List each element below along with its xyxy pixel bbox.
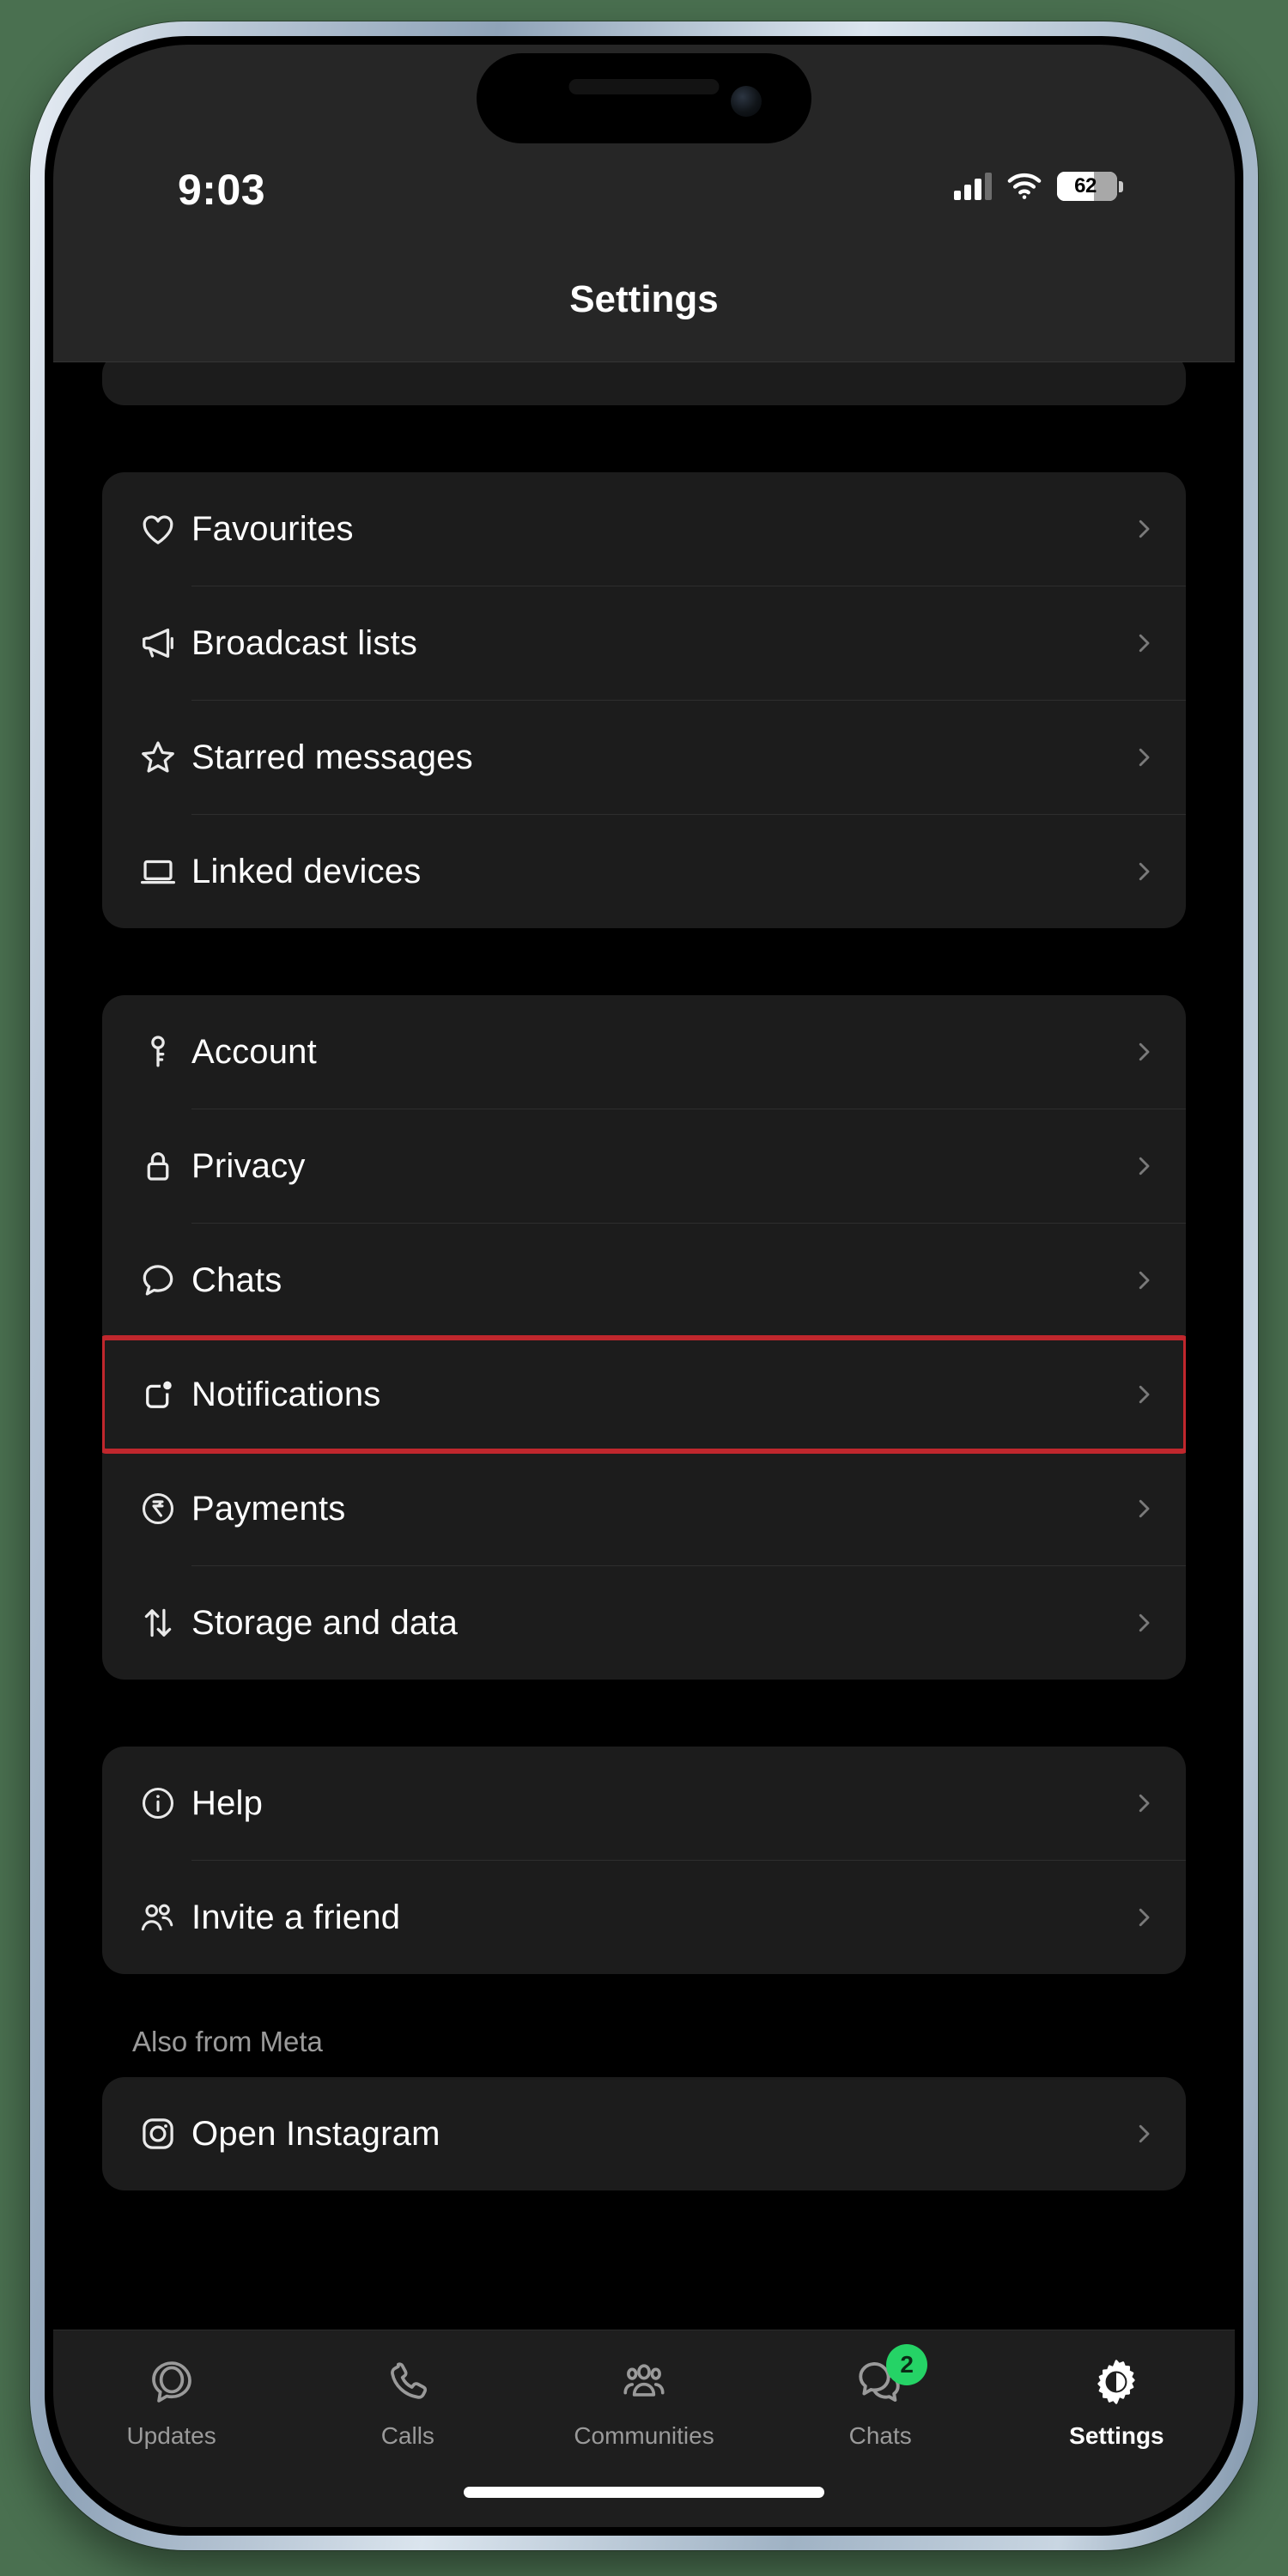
list-item-label: Payments xyxy=(191,1489,346,1528)
instagram-icon xyxy=(125,2114,191,2154)
status-indicators: 62 xyxy=(954,172,1123,201)
list-item-label: Open Instagram xyxy=(191,2114,440,2153)
list-item-label: Invite a friend xyxy=(191,1898,401,1936)
list-item-favourites[interactable]: Favourites xyxy=(102,472,1186,586)
chevron-right-icon xyxy=(1131,1267,1157,1293)
status-time: 9:03 xyxy=(178,166,266,214)
chevron-right-icon xyxy=(1131,1039,1157,1065)
list-item-starred-messages[interactable]: Starred messages xyxy=(102,701,1186,814)
chevron-right-icon xyxy=(1131,1610,1157,1636)
tab-label: Chats xyxy=(848,2422,912,2449)
tab-label: Updates xyxy=(126,2422,216,2449)
support-group-card: Help Invite a friend xyxy=(102,1747,1186,1974)
battery-icon: 62 xyxy=(1057,172,1117,201)
tab-communities[interactable]: Communities xyxy=(526,2349,762,2450)
list-item-label: Account xyxy=(191,1032,317,1071)
list-item-label: Broadcast lists xyxy=(191,623,418,662)
meta-group-card: Open Instagram xyxy=(102,2077,1186,2190)
list-item-storage-and-data[interactable]: Storage and data xyxy=(102,1566,1186,1680)
arrows-up-down-icon xyxy=(125,1603,191,1643)
list-item-invite-a-friend[interactable]: Invite a friend xyxy=(102,1861,1186,1974)
chevron-right-icon xyxy=(1131,630,1157,656)
chevron-right-icon xyxy=(1131,516,1157,542)
preferences-group-card: Account Privacy Chats Notifications Paym… xyxy=(102,995,1186,1680)
tools-group-card: Favourites Broadcast lists Starred messa… xyxy=(102,472,1186,928)
communities-icon xyxy=(619,2349,669,2415)
battery-level-label: 62 xyxy=(1074,174,1097,197)
tab-updates[interactable]: Updates xyxy=(53,2349,289,2450)
list-item-privacy[interactable]: Privacy xyxy=(102,1109,1186,1223)
chevron-right-icon xyxy=(1131,2121,1157,2147)
battery-tip xyxy=(1119,180,1123,192)
list-item-notifications[interactable]: Notifications xyxy=(102,1335,1186,1454)
chevron-right-icon xyxy=(1131,1496,1157,1522)
list-item-label: Favourites xyxy=(191,509,354,548)
list-item-payments[interactable]: Payments xyxy=(102,1452,1186,1565)
list-item-help[interactable]: Help xyxy=(102,1747,1186,1860)
tab-label: Settings xyxy=(1069,2422,1164,2449)
list-item-chats[interactable]: Chats xyxy=(102,1224,1186,1337)
settings-scroll-container[interactable]: Avatar Favourites xyxy=(53,45,1235,2527)
heart-icon xyxy=(125,509,191,549)
tab-settings[interactable]: Settings xyxy=(999,2349,1235,2450)
chevron-right-icon xyxy=(1131,1153,1157,1179)
notch xyxy=(477,53,811,143)
list-item-label: Help xyxy=(191,1783,264,1822)
tab-label: Communities xyxy=(574,2422,714,2449)
status-bar: 9:03 62 xyxy=(53,45,1235,242)
section-header-also-from-meta: Also from Meta xyxy=(132,2026,323,2057)
list-item-open-instagram[interactable]: Open Instagram xyxy=(102,2077,1186,2190)
key-icon xyxy=(125,1032,191,1072)
lock-icon xyxy=(125,1146,191,1186)
updates-icon xyxy=(148,2349,196,2415)
list-item-broadcast-lists[interactable]: Broadcast lists xyxy=(102,586,1186,700)
tab-label: Calls xyxy=(380,2422,434,2449)
list-item-linked-devices[interactable]: Linked devices xyxy=(102,815,1186,928)
chats-unread-badge: 2 xyxy=(886,2344,928,2385)
people-icon xyxy=(125,1898,191,1937)
list-item-label: Privacy xyxy=(191,1146,306,1185)
list-item-label: Chats xyxy=(191,1261,283,1299)
wifi-icon xyxy=(1006,173,1042,200)
laptop-icon xyxy=(125,852,191,891)
home-indicator[interactable] xyxy=(464,2487,824,2498)
cellular-signal-icon xyxy=(954,173,992,200)
chevron-right-icon xyxy=(1131,744,1157,770)
chevron-right-icon xyxy=(1131,859,1157,884)
star-icon xyxy=(125,738,191,777)
list-item-label: Notifications xyxy=(191,1375,381,1413)
list-item-label: Storage and data xyxy=(191,1603,459,1642)
front-camera-icon xyxy=(731,86,762,117)
list-item-account[interactable]: Account xyxy=(102,995,1186,1109)
phone-screen: Avatar Favourites xyxy=(53,45,1235,2527)
megaphone-icon xyxy=(125,623,191,663)
chevron-right-icon xyxy=(1131,1382,1157,1407)
gear-icon xyxy=(1091,2349,1141,2415)
rupee-circle-icon xyxy=(125,1489,191,1528)
chat-bubble-icon xyxy=(125,1261,191,1300)
chevron-right-icon xyxy=(1131,1790,1157,1816)
list-item-label: Starred messages xyxy=(191,738,473,776)
info-circle-icon xyxy=(125,1783,191,1823)
phone-icon xyxy=(384,2349,432,2415)
tab-calls[interactable]: Calls xyxy=(289,2349,526,2450)
tab-chats[interactable]: 2 Chats xyxy=(762,2344,999,2450)
earpiece-speaker xyxy=(568,79,720,94)
list-item-label: Linked devices xyxy=(191,852,422,890)
chevron-right-icon xyxy=(1131,1905,1157,1930)
notification-square-dot-icon xyxy=(125,1375,191,1414)
chats-icon: 2 xyxy=(855,2344,928,2415)
page-title: Settings xyxy=(569,278,719,320)
